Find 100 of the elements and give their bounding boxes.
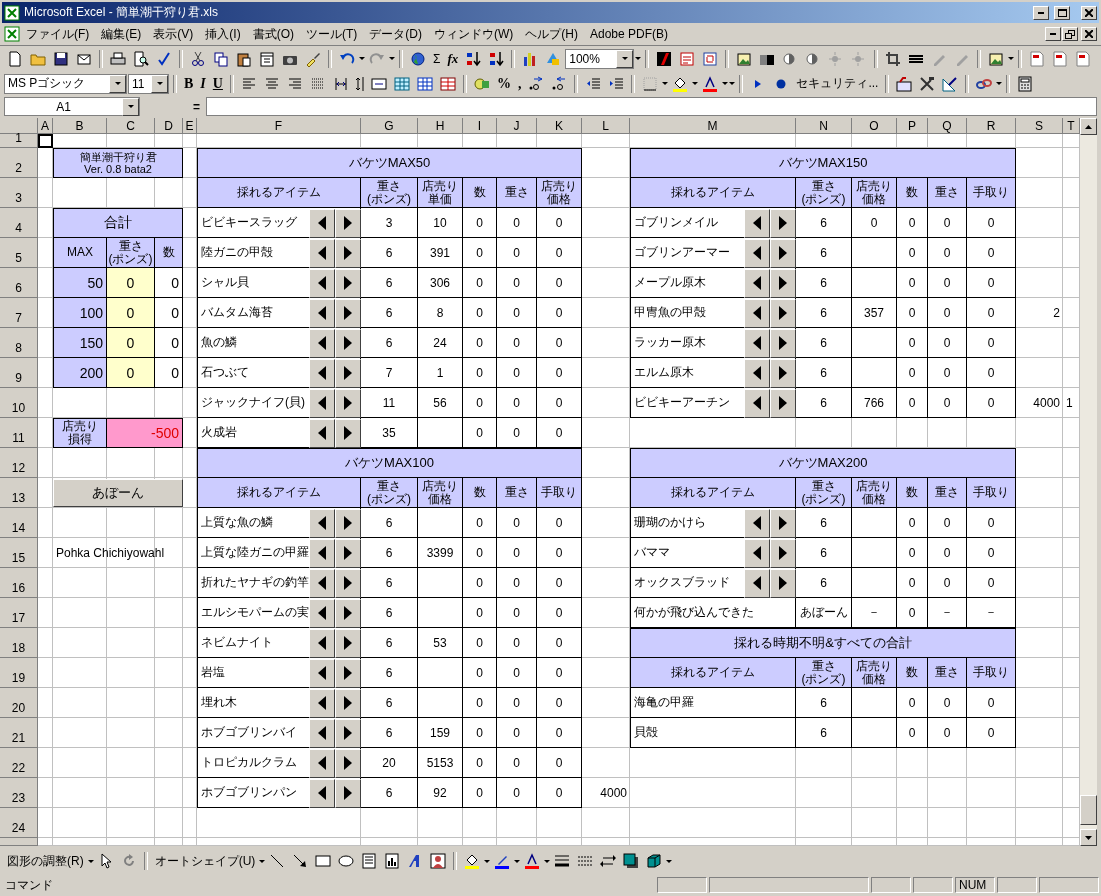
table-cell: 0 (463, 208, 497, 238)
column-header[interactable]: P (897, 118, 928, 134)
row-header[interactable]: 11 (0, 418, 38, 448)
menu-item[interactable]: ファイル(F) (20, 23, 96, 45)
column-header[interactable]: C (107, 118, 155, 134)
zoom-dropdown[interactable]: 100% (565, 48, 635, 69)
table-cell: － (852, 598, 897, 628)
menu-item[interactable]: データ(D) (363, 23, 428, 45)
column-header[interactable]: B (53, 118, 107, 134)
autosum-button[interactable]: Σ (430, 47, 444, 70)
action-button[interactable]: あぼーん (53, 479, 183, 507)
row-header[interactable]: 22 (0, 748, 38, 778)
row-header[interactable]: 20 (0, 688, 38, 718)
menu-item[interactable]: ヘルプ(H) (519, 23, 584, 45)
table-cell: 0 (497, 658, 537, 688)
table-cell: 92 (418, 778, 463, 808)
column-header[interactable]: K (537, 118, 582, 134)
menu-item[interactable]: ウィンドウ(W) (428, 23, 520, 45)
table-cell: 0 (897, 298, 928, 328)
column-header-cell: 採れるアイテム (197, 478, 361, 508)
bold-button[interactable]: B (181, 72, 197, 95)
column-header[interactable]: L (582, 118, 630, 134)
column-header[interactable]: M (630, 118, 796, 134)
menu-item[interactable]: ツール(T) (300, 23, 364, 45)
row-header[interactable]: 16 (0, 568, 38, 598)
draw-menu-button[interactable]: 図形の調整(R) (4, 850, 87, 872)
row-header[interactable]: 23 (0, 778, 38, 808)
row-header[interactable]: 1 (0, 134, 38, 148)
table-cell: 0 (497, 538, 537, 568)
table-cell: 0 (537, 238, 582, 268)
row-header[interactable]: 17 (0, 598, 38, 628)
row-header[interactable]: 8 (0, 328, 38, 358)
table-cell: 6 (361, 658, 418, 688)
table-cell: 0 (497, 298, 537, 328)
table-cell: 0 (537, 358, 582, 388)
table-cell: 0 (897, 268, 928, 298)
author-text: Pohka Chichiyowahl (55, 545, 166, 562)
column-header[interactable]: N (796, 118, 852, 134)
autoshapes-menu-button[interactable]: オートシェイプ(U) (151, 850, 259, 872)
table-cell: 159 (418, 718, 463, 748)
column-header[interactable]: O (852, 118, 897, 134)
row-header[interactable]: 2 (0, 148, 38, 178)
column-header[interactable]: J (497, 118, 537, 134)
row-header[interactable]: 18 (0, 628, 38, 658)
column-header[interactable]: A (38, 118, 53, 134)
row-header[interactable]: 4 (0, 208, 38, 238)
column-header[interactable]: T (1063, 118, 1080, 134)
table-cell: 0 (497, 508, 537, 538)
security-button[interactable]: セキュリティ... (793, 72, 882, 95)
column-header[interactable]: D (155, 118, 183, 134)
percent-button[interactable]: % (493, 72, 514, 95)
row-header[interactable]: 3 (0, 178, 38, 208)
column-header-cell: 店売り価格 (852, 658, 897, 688)
table-cell: 0 (463, 658, 497, 688)
table-cell: 0 (897, 538, 928, 568)
row-header[interactable]: 5 (0, 238, 38, 268)
column-header[interactable]: G (361, 118, 418, 134)
menu-item[interactable]: 書式(O) (246, 23, 300, 45)
row-header[interactable]: 12 (0, 448, 38, 478)
row-header[interactable]: 21 (0, 718, 38, 748)
menu-item[interactable]: 編集(E) (95, 23, 148, 45)
column-header[interactable]: Q (928, 118, 967, 134)
menu-item[interactable]: 表示(V) (147, 23, 200, 45)
table-cell: 6 (361, 778, 418, 808)
font-dropdown[interactable]: MS Pゴシック (4, 73, 127, 94)
underline-button[interactable]: U (209, 72, 226, 95)
column-header-cell: 店売り価格 (852, 478, 897, 508)
column-header-cell: 重さ (ポンズ) (361, 478, 418, 508)
table-cell: 0 (463, 358, 497, 388)
insert-function-button[interactable]: fx (444, 47, 462, 70)
table-cell: 0 (928, 538, 967, 568)
row-header[interactable]: 6 (0, 268, 38, 298)
row-header[interactable]: 19 (0, 658, 38, 688)
table-cell: 0 (897, 508, 928, 538)
menu-item[interactable]: 挿入(I) (199, 23, 247, 45)
name-box[interactable]: A1 (4, 97, 140, 116)
table-cell: 0 (463, 688, 497, 718)
row-header[interactable]: 24 (0, 808, 38, 838)
column-header[interactable]: H (418, 118, 463, 134)
font-size-dropdown[interactable]: 11 (128, 73, 169, 94)
column-header[interactable]: E (183, 118, 197, 134)
row-header[interactable]: 10 (0, 388, 38, 418)
menu-item[interactable]: Adobe PDF(B) (584, 25, 674, 43)
table-cell: 0 (537, 328, 582, 358)
row-header[interactable]: 13 (0, 478, 38, 508)
row-header[interactable]: 15 (0, 538, 38, 568)
column-header[interactable]: R (967, 118, 1016, 134)
column-header[interactable]: S (1016, 118, 1063, 134)
comma-button[interactable]: , (514, 72, 525, 95)
column-header-cell: 手取り (967, 478, 1016, 508)
table-cell: 56 (418, 388, 463, 418)
table-cell: 0 (537, 508, 582, 538)
column-header[interactable]: I (463, 118, 497, 134)
column-header-cell: 採れるアイテム (630, 178, 796, 208)
column-header[interactable]: F (197, 118, 361, 134)
italic-button[interactable]: I (197, 72, 209, 95)
column-header-cell: 重さ (928, 478, 967, 508)
row-header[interactable]: 7 (0, 298, 38, 328)
row-header[interactable]: 9 (0, 358, 38, 388)
row-header[interactable]: 14 (0, 508, 38, 538)
